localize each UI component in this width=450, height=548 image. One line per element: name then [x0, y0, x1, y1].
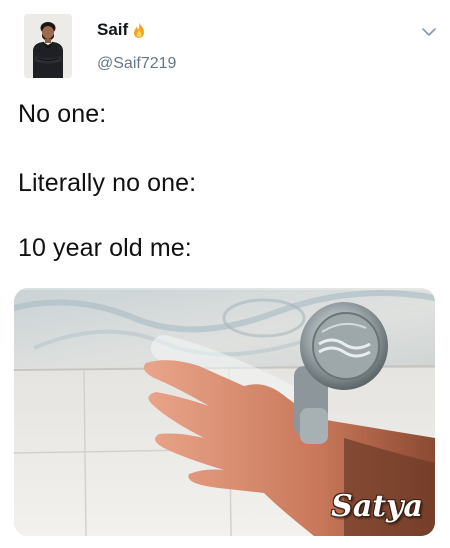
chevron-down-icon[interactable] — [421, 25, 437, 37]
tweet-text-line-3: 10 year old me: — [18, 234, 192, 262]
author-handle[interactable]: @Saif7219 — [97, 55, 176, 73]
author-name-row[interactable]: Saif — [97, 20, 148, 40]
avatar-photo — [24, 14, 72, 78]
avatar[interactable] — [24, 14, 72, 78]
fire-icon — [130, 21, 148, 39]
tweet-card: Saif @Saif7219 No one: Literally no one:… — [0, 0, 450, 548]
media-watermark: Satya — [331, 489, 423, 524]
tweet-text-line-1: No one: — [18, 100, 107, 128]
tweet-text-line-2: Literally no one: — [18, 169, 197, 197]
author-display-name[interactable]: Saif — [97, 20, 128, 40]
tweet-media-image[interactable]: Satya — [14, 288, 435, 536]
